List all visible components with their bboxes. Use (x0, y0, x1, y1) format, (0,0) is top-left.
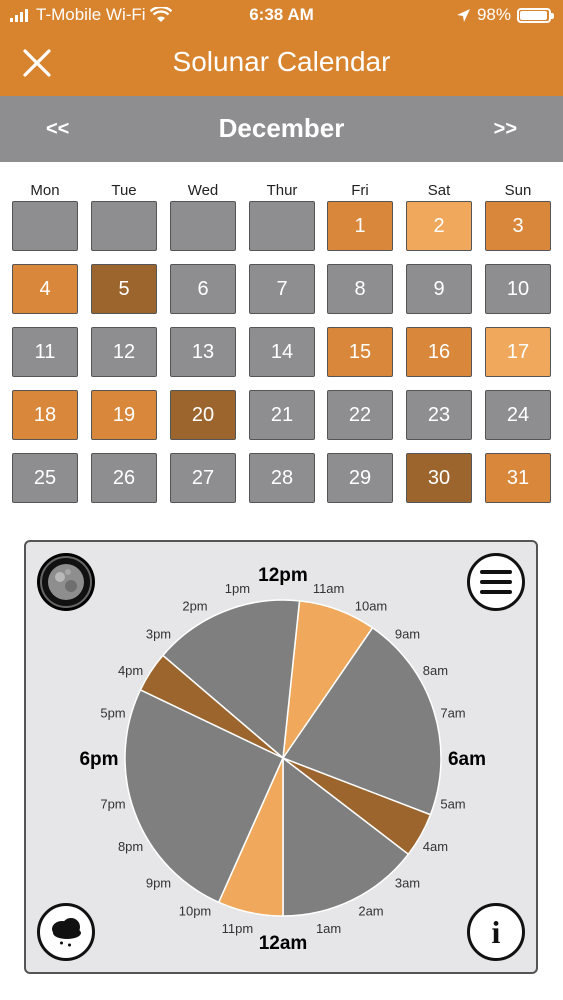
calendar-day[interactable]: 13 (170, 327, 236, 377)
calendar-empty-cell (249, 201, 315, 251)
weekday-label: Wed (187, 182, 219, 199)
menu-icon (480, 570, 512, 594)
calendar-day[interactable]: 31 (485, 453, 551, 503)
battery-fill (520, 10, 548, 20)
moon-icon (40, 556, 92, 608)
calendar-day[interactable]: 9 (406, 264, 472, 314)
calendar-day[interactable]: 4 (12, 264, 78, 314)
clock-hour-label: 7pm (100, 797, 125, 812)
clock-hour-label: 3pm (146, 627, 171, 642)
calendar-day[interactable]: 11 (12, 327, 78, 377)
clock-hour-label: 6pm (79, 749, 118, 770)
clock-hour-label: 7am (440, 705, 465, 720)
weekday-label: Mon (30, 182, 60, 199)
clock-hour-label: 8pm (118, 839, 143, 854)
battery-icon (517, 7, 554, 23)
calendar-empty-cell (91, 201, 157, 251)
calendar-day[interactable]: 25 (12, 453, 78, 503)
calendar-day[interactable]: 14 (249, 327, 315, 377)
weekday-label: Sat (427, 182, 451, 199)
calendar-day[interactable]: 1 (327, 201, 393, 251)
calendar-day[interactable]: 10 (485, 264, 551, 314)
calendar-day[interactable]: 23 (406, 390, 472, 440)
moon-phase-button[interactable] (37, 553, 95, 611)
calendar-day[interactable]: 26 (91, 453, 157, 503)
weekday-label: Fri (351, 182, 369, 199)
calendar-day[interactable]: 5 (91, 264, 157, 314)
calendar-day[interactable]: 8 (327, 264, 393, 314)
clock-hour-label: 9pm (146, 876, 171, 891)
clock-hour-label: 1pm (225, 581, 250, 596)
solunar-clock-panel: 12am 1am 2am 3am 4am 5am 6am 7am 8am 9am 10am 11am 1… (24, 540, 538, 974)
app-header: T-Mobile Wi-Fi 6:38 AM 98% Solunar Calen… (0, 0, 563, 96)
clock-hour-label: 12am (259, 933, 308, 954)
solunar-clock: 12am 1am 2am 3am 4am 5am 6am 7am 8am 9am 10am 11am 1… (79, 565, 486, 954)
next-month-button[interactable]: >> (494, 118, 517, 141)
calendar-day[interactable]: 15 (327, 327, 393, 377)
clock-hour-label: 4am (423, 839, 448, 854)
menu-button[interactable] (467, 553, 525, 611)
calendar-day[interactable]: 24 (485, 390, 551, 440)
weekday-label: Tue (111, 182, 137, 199)
clock-hour-label: 4pm (118, 663, 143, 678)
clock-hour-label: 11am (313, 581, 345, 596)
calendar-day[interactable]: 29 (327, 453, 393, 503)
clock-hour-label: 1am (316, 921, 341, 936)
calendar-day[interactable]: 6 (170, 264, 236, 314)
info-icon: i (491, 914, 501, 950)
calendar-day[interactable]: 3 (485, 201, 551, 251)
calendar-empty-cell (170, 201, 236, 251)
clock-hour-label: 2pm (182, 599, 207, 614)
clock-hour-label: 11pm (222, 921, 254, 936)
clock-hour-label: 12pm (258, 565, 308, 586)
calendar-day[interactable]: 7 (249, 264, 315, 314)
calendar-day[interactable]: 30 (406, 453, 472, 503)
clock-hour-label: 8am (423, 663, 448, 678)
status-bar: T-Mobile Wi-Fi 6:38 AM 98% (0, 0, 563, 32)
calendar-day[interactable]: 17 (485, 327, 551, 377)
calendar-day[interactable]: 12 (91, 327, 157, 377)
month-title: December (218, 113, 345, 143)
calendar-day[interactable]: 16 (406, 327, 472, 377)
clock-hour-label: 5pm (100, 705, 125, 720)
clock-hour-label: 9am (395, 627, 420, 642)
weather-icon (52, 918, 81, 947)
weekday-label: Thur (266, 182, 298, 199)
clock-hour-label: 3am (395, 876, 420, 891)
calendar-day[interactable]: 28 (249, 453, 315, 503)
calendar-day[interactable]: 18 (12, 390, 78, 440)
calendar-day[interactable]: 2 (406, 201, 472, 251)
calendar-empty-cell (12, 201, 78, 251)
location-arrow-icon (456, 8, 470, 22)
weather-button[interactable] (37, 903, 95, 961)
clock-hour-label: 6am (448, 749, 486, 770)
clock-hour-label: 2am (358, 903, 383, 918)
weekday-header: Mon Tue Wed Thur Fri Sat Sun (0, 182, 563, 202)
info-button[interactable]: i (467, 903, 525, 961)
battery-status: 98% (456, 5, 554, 25)
weekday-label: Sun (504, 182, 532, 199)
page-title: Solunar Calendar (172, 46, 391, 77)
battery-percent: 98% (476, 5, 511, 24)
calendar-day[interactable]: 20 (170, 390, 236, 440)
clock-hour-label: 10am (355, 599, 388, 614)
calendar-day[interactable]: 22 (327, 390, 393, 440)
calendar-day[interactable]: 19 (91, 390, 157, 440)
month-navigation: << December >> (0, 96, 563, 162)
calendar-day[interactable]: 21 (249, 390, 315, 440)
clock-hour-label: 10pm (179, 903, 212, 918)
calendar-day[interactable]: 27 (170, 453, 236, 503)
clock-hour-label: 5am (440, 797, 465, 812)
